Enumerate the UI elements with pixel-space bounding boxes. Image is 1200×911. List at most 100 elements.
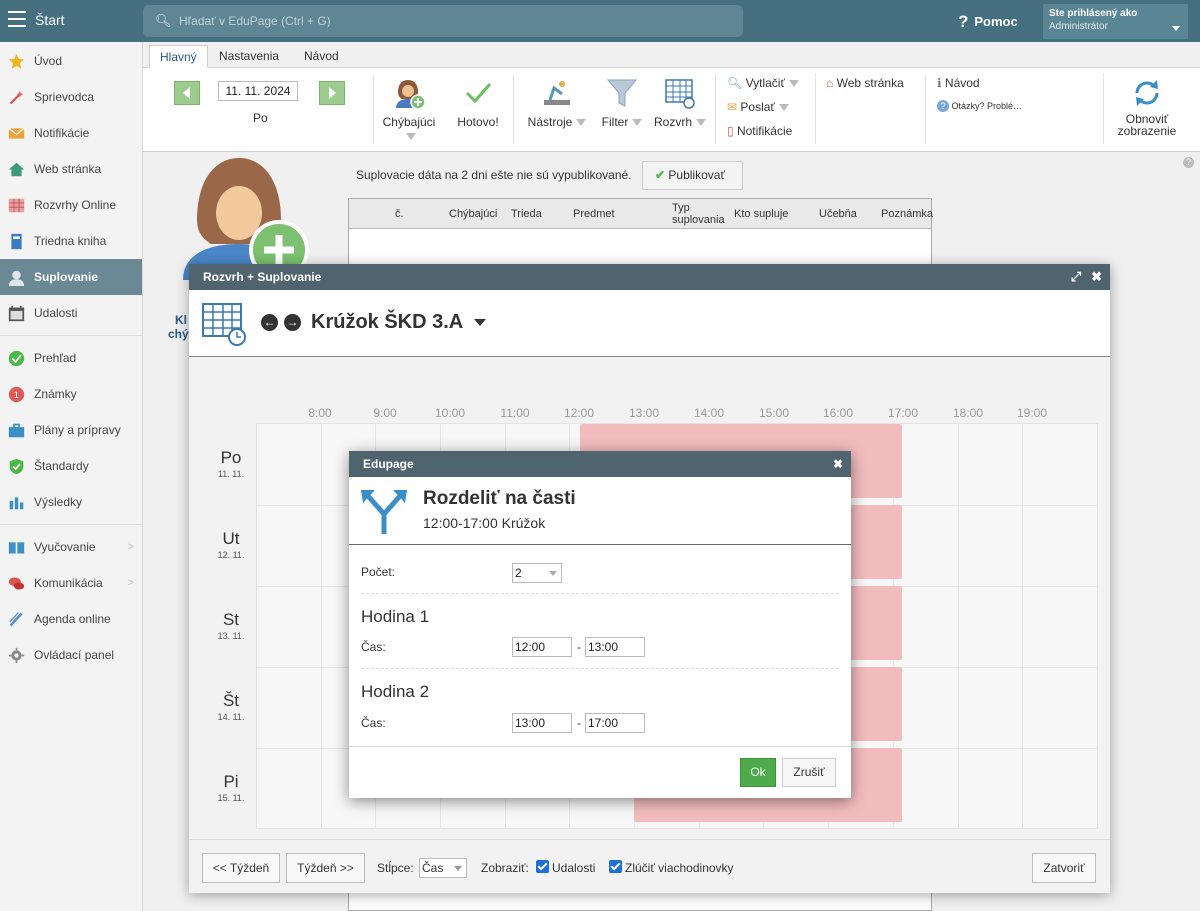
sidebar-item-label: Ovládací panel — [34, 648, 115, 662]
search-input[interactable] — [177, 12, 717, 30]
part1-from-input[interactable] — [512, 637, 572, 657]
website-button[interactable]: ⌂ Web stránka — [826, 76, 904, 90]
chat-icon — [8, 577, 25, 590]
sidebar-item-plany[interactable]: Plány a prípravy — [0, 412, 142, 448]
close-icon[interactable]: ✖ — [1091, 269, 1102, 284]
filter-button[interactable]: Filter — [595, 76, 649, 129]
hour-label: 10:00 — [434, 406, 466, 420]
menu-icon[interactable] — [8, 11, 26, 27]
ok-button[interactable]: Ok — [740, 758, 776, 787]
columns-select[interactable]: Čas — [419, 858, 467, 878]
sidebar-item-triedna-kniha[interactable]: Triedna kniha — [0, 223, 142, 259]
column-header[interactable]: Kto supluje — [734, 208, 788, 220]
print-button[interactable]: 🔍︎ Vytlačiť — [727, 76, 799, 90]
class-name: Krúžok ŠKD 3.A — [311, 311, 463, 333]
sidebar-item-web[interactable]: Web stránka — [0, 151, 142, 187]
events-checkbox[interactable] — [536, 860, 549, 873]
sidebar-item-label: Udalosti — [34, 306, 78, 320]
part1-heading: Hodina 1 — [361, 607, 430, 626]
next-class-button[interactable]: → — [284, 314, 301, 331]
sidebar-item-rozvrhy[interactable]: Rozvrhy Online — [0, 187, 142, 223]
part2-from-input[interactable] — [512, 713, 572, 733]
questions-button[interactable]: ? Otázky? Problé… — [937, 100, 1022, 112]
help-link[interactable]: ? Pomoc — [958, 12, 1018, 32]
sidebar-item-znamky[interactable]: 1 Známky — [0, 376, 142, 412]
ribbon-toolbar: 11. 11. 2024 Po Chýbajúci Hotovo! Nástro… — [143, 68, 1200, 152]
sidebar-item-label: Komunikácia — [34, 576, 103, 590]
next-day-button[interactable] — [319, 81, 345, 105]
sidebar-item-standardy[interactable]: Štandardy — [0, 448, 142, 484]
column-header[interactable]: Typ suplovania — [672, 202, 728, 226]
day-label-po: Po 11. 11. — [211, 448, 251, 479]
part2-heading: Hodina 2 — [361, 682, 430, 701]
part1-to-input[interactable] — [585, 637, 645, 657]
previous-class-button[interactable]: ← — [261, 314, 278, 331]
notifications-button[interactable]: ▯ Notifikácie — [727, 124, 792, 138]
refresh-button[interactable]: Obnoviť zobrazenie — [1115, 76, 1179, 137]
count-select[interactable]: 2 — [512, 563, 562, 583]
next-week-button[interactable]: Týždeň >> — [286, 853, 365, 883]
part2-to-input[interactable] — [585, 713, 645, 733]
sidebar-divider — [0, 335, 142, 336]
day-date: 11. 11. — [217, 469, 245, 479]
close-window-button[interactable]: Zatvoriť — [1032, 853, 1096, 883]
missing-button[interactable]: Chýbajúci — [379, 76, 439, 143]
previous-week-button[interactable]: << Týždeň — [202, 853, 280, 883]
tab-hlavny[interactable]: Hlavný — [149, 45, 208, 68]
sidebar-item-notifikacie[interactable]: Notifikácie — [0, 115, 142, 151]
sidebar-item-uvod[interactable]: Úvod — [0, 43, 142, 79]
column-header[interactable]: Chýbajúci — [449, 208, 497, 220]
sidebar-item-komunikacia[interactable]: Komunikácia > — [0, 565, 142, 601]
help-icon[interactable]: ? — [1183, 157, 1194, 168]
tools-button[interactable]: Nástroje — [521, 76, 593, 129]
dialog-title: Edupage — [363, 457, 414, 471]
merge-checkbox[interactable] — [609, 860, 622, 873]
hour-label: 12:00 — [563, 406, 595, 420]
done-button[interactable]: Hotovo! — [456, 76, 500, 129]
date-field[interactable]: 11. 11. 2024 — [218, 81, 298, 101]
column-header[interactable]: Poznámka — [881, 208, 933, 220]
column-header[interactable]: Učebňa — [819, 208, 857, 220]
timetable-icon — [8, 198, 25, 213]
guide-button[interactable]: ℹ Návod — [937, 76, 980, 90]
app-title[interactable]: Štart — [35, 12, 65, 28]
part1-time-label: Čas: — [361, 640, 386, 654]
dialog-titlebar: Edupage ✖ — [349, 451, 851, 477]
sidebar-item-udalosti[interactable]: Udalosti — [0, 295, 142, 331]
dropdown-triangle-icon — [406, 133, 416, 141]
tab-nastavenia[interactable]: Nastavenia — [209, 45, 289, 68]
sidebar-item-suplovanie[interactable]: Suplovanie — [0, 259, 142, 295]
day-name: Ut — [222, 529, 240, 548]
sidebar-item-vysledky[interactable]: Výsledky — [0, 484, 142, 520]
column-header[interactable]: Predmet — [573, 208, 615, 220]
tab-navod[interactable]: Návod — [294, 45, 349, 68]
dropdown-triangle-icon — [576, 119, 587, 127]
hour-label: 13:00 — [628, 406, 660, 420]
send-button[interactable]: ✉ Poslať — [727, 100, 789, 114]
close-icon[interactable]: ✖ — [833, 451, 843, 477]
user-menu[interactable]: Ste prihlásený ako Administrátor — [1043, 4, 1188, 39]
hour-label: 16:00 — [822, 406, 854, 420]
question-icon: ? — [937, 100, 949, 112]
column-header[interactable]: Trieda — [511, 208, 542, 220]
publish-button[interactable]: ✔ Publikovať — [642, 161, 743, 190]
tools-icon — [544, 81, 570, 105]
previous-day-button[interactable] — [174, 81, 200, 105]
sidebar-item-prehlad[interactable]: Prehľad — [0, 340, 142, 376]
maximize-icon[interactable]: ⤢ — [1071, 269, 1081, 284]
column-header[interactable]: č. — [395, 208, 404, 220]
search-box[interactable]: 🔍︎ — [143, 5, 743, 37]
timetable-button[interactable]: Rozvrh — [651, 76, 709, 129]
cancel-button[interactable]: Zrušiť — [782, 758, 836, 787]
sidebar-item-ovladaci-panel[interactable]: Ovládací panel — [0, 637, 142, 673]
window-header: ← → Krúžok ŠKD 3.A — [189, 290, 1110, 357]
add-absent-person-icon[interactable] — [181, 155, 311, 280]
sidebar-item-vyucovanie[interactable]: Vyučovanie > — [0, 529, 142, 565]
sidebar-item-sprievodca[interactable]: Sprievodca — [0, 79, 142, 115]
class-selector[interactable]: Krúžok ŠKD 3.A — [311, 311, 487, 334]
svg-text:1: 1 — [14, 391, 19, 401]
sidebar-item-agenda[interactable]: Agenda online — [0, 601, 142, 637]
user-status: Ste prihlásený ako — [1049, 8, 1138, 19]
timetable-icon — [202, 303, 246, 346]
check-circle-icon — [8, 350, 25, 367]
